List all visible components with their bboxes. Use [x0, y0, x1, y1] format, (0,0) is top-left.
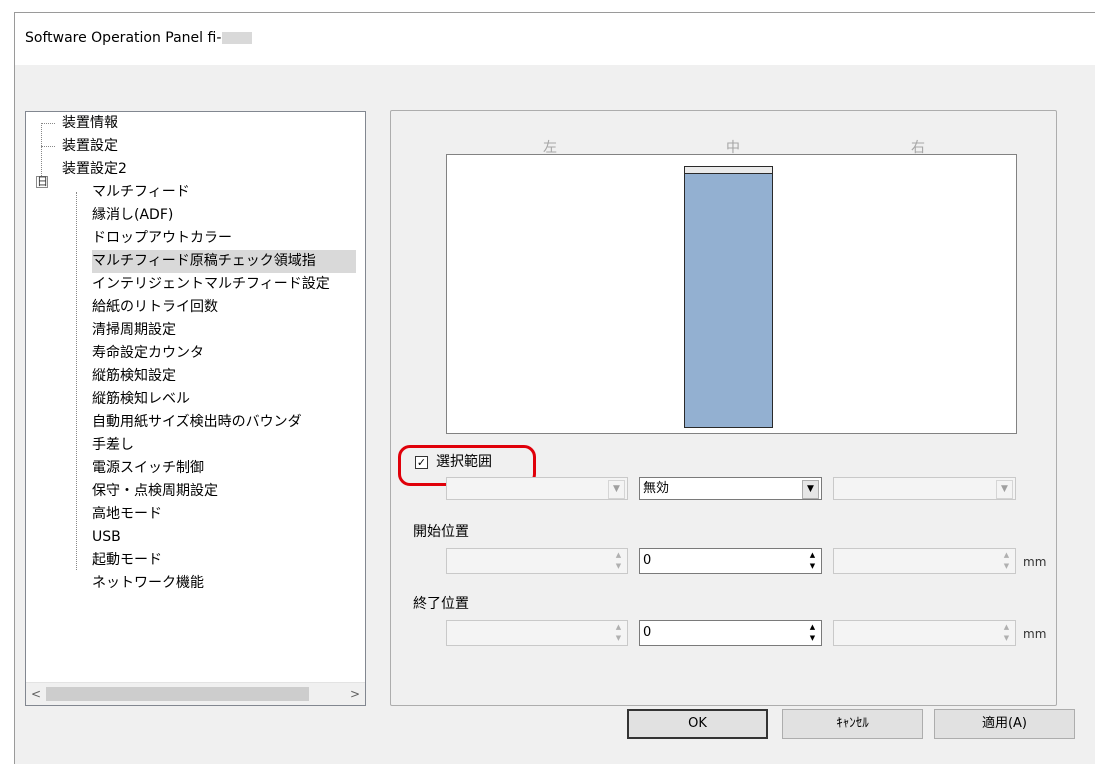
- scrollbar-thumb[interactable]: [46, 687, 309, 701]
- horizontal-scrollbar[interactable]: < >: [26, 682, 365, 705]
- tree-item-edge-cleanup[interactable]: 縁消し(ADF): [92, 204, 173, 227]
- start-position-label: 開始位置: [413, 524, 469, 540]
- chevron-down-icon[interactable]: ▼: [608, 480, 625, 499]
- chevron-down-icon[interactable]: ▼: [802, 480, 819, 499]
- chevron-down-icon[interactable]: ▼: [996, 480, 1013, 499]
- settings-tree[interactable]: 装置情報 装置設定 日 装置設定2 マルチフィード 縁消し(ADF) ドロップア…: [25, 111, 366, 706]
- check-area-bar: [684, 166, 773, 428]
- tree-connector: [41, 146, 55, 147]
- start-left-spinbox[interactable]: ▲ ▼: [446, 548, 628, 574]
- start-center-value: 0: [643, 553, 652, 568]
- end-center-value: 0: [643, 625, 652, 640]
- spin-down-icon[interactable]: ▼: [612, 561, 625, 572]
- end-right-spinbox[interactable]: ▲ ▼: [833, 620, 1016, 646]
- spin-up-icon[interactable]: ▲: [612, 622, 625, 633]
- tree-item-network[interactable]: ネットワーク機能: [92, 572, 204, 595]
- tree-item-streak-detection[interactable]: 縦筋検知設定: [92, 365, 176, 388]
- tree-item-device-settings[interactable]: 装置設定: [62, 135, 118, 158]
- tree-item-power-switch[interactable]: 電源スイッチ制御: [92, 457, 204, 480]
- scroll-right-icon[interactable]: >: [345, 683, 365, 705]
- tree-item-pick-retry[interactable]: 給紙のリトライ回数: [92, 296, 218, 319]
- tree-item-multifeed-check-area[interactable]: マルチフィード原稿チェック領域指: [92, 250, 356, 273]
- left-combo[interactable]: ▼: [446, 477, 628, 500]
- tree-item-streak-level[interactable]: 縦筋検知レベル: [92, 388, 190, 411]
- center-combo-value: 無効: [643, 481, 670, 496]
- tree-item-device-info[interactable]: 装置情報: [62, 112, 118, 135]
- settings-panel: 左 中 右 ✓ 選択範囲 ▼ 無効 ▼ ▼ 開始位置 ▲ ▼ 0 ▲ ▼ ▲ ▼ mm …: [390, 110, 1057, 706]
- selection-range-checkbox-row[interactable]: ✓ 選択範囲: [415, 451, 492, 473]
- tree-item-multifeed[interactable]: マルチフィード: [92, 181, 190, 204]
- tree-items: 装置情報 装置設定 日 装置設定2 マルチフィード 縁消し(ADF) ドロップア…: [26, 112, 365, 678]
- window-title: Software Operation Panel fi-: [25, 30, 253, 46]
- model-name-mask: [222, 32, 253, 44]
- tree-item-maintenance-cycle[interactable]: 保守・点検周期設定: [92, 480, 218, 503]
- tree-item-cleaning-cycle[interactable]: 清掃周期設定: [92, 319, 176, 342]
- end-left-spinbox[interactable]: ▲ ▼: [446, 620, 628, 646]
- end-center-spinbox[interactable]: 0 ▲ ▼: [639, 620, 822, 646]
- end-unit-label: mm: [1023, 627, 1047, 641]
- tree-connector: [76, 192, 77, 570]
- cancel-button[interactable]: ｷｬﾝｾﾙ: [782, 709, 923, 739]
- center-combo[interactable]: 無効 ▼: [639, 477, 822, 500]
- spin-down-icon[interactable]: ▼: [1000, 561, 1013, 572]
- start-unit-label: mm: [1023, 555, 1047, 569]
- tree-expander-icon[interactable]: 日: [36, 176, 48, 188]
- spin-up-icon[interactable]: ▲: [806, 550, 819, 561]
- ok-button[interactable]: OK: [627, 709, 768, 739]
- spin-down-icon[interactable]: ▼: [612, 633, 625, 644]
- selection-range-label[interactable]: 選択範囲: [436, 454, 492, 470]
- right-combo[interactable]: ▼: [833, 477, 1016, 500]
- tree-item-auto-paper-size[interactable]: 自動用紙サイズ検出時のバウンダ: [92, 411, 302, 434]
- tree-item-device-settings-2[interactable]: 装置設定2: [62, 158, 127, 181]
- apply-button[interactable]: 適用(A): [934, 709, 1075, 739]
- start-center-spinbox[interactable]: 0 ▲ ▼: [639, 548, 822, 574]
- tree-item-dropout-color[interactable]: ドロップアウトカラー: [92, 227, 232, 250]
- tree-item-life-counter[interactable]: 寿命設定カウンタ: [92, 342, 204, 365]
- check-area-preview: [446, 154, 1017, 434]
- spin-up-icon[interactable]: ▲: [1000, 622, 1013, 633]
- end-position-label: 終了位置: [413, 596, 469, 612]
- tree-item-usb[interactable]: USB: [92, 526, 121, 549]
- tree-item-startup-mode[interactable]: 起動モード: [92, 549, 162, 572]
- spin-up-icon[interactable]: ▲: [612, 550, 625, 561]
- start-right-spinbox[interactable]: ▲ ▼: [833, 548, 1016, 574]
- title-bar: Software Operation Panel fi-: [15, 13, 1095, 65]
- spin-down-icon[interactable]: ▼: [806, 561, 819, 572]
- selection-range-checkbox[interactable]: ✓: [415, 455, 428, 469]
- spin-down-icon[interactable]: ▼: [806, 633, 819, 644]
- spin-up-icon[interactable]: ▲: [806, 622, 819, 633]
- spin-down-icon[interactable]: ▼: [1000, 633, 1013, 644]
- tree-connector: [41, 123, 55, 124]
- tree-item-high-altitude[interactable]: 高地モード: [92, 503, 162, 526]
- tree-item-manual-feed[interactable]: 手差し: [92, 434, 134, 457]
- check-area-bar-cap: [685, 167, 772, 174]
- scroll-left-icon[interactable]: <: [26, 683, 46, 705]
- tree-connector: [41, 123, 42, 182]
- spin-up-icon[interactable]: ▲: [1000, 550, 1013, 561]
- tree-item-intelligent-multifeed[interactable]: インテリジェントマルチフィード設定: [92, 273, 330, 296]
